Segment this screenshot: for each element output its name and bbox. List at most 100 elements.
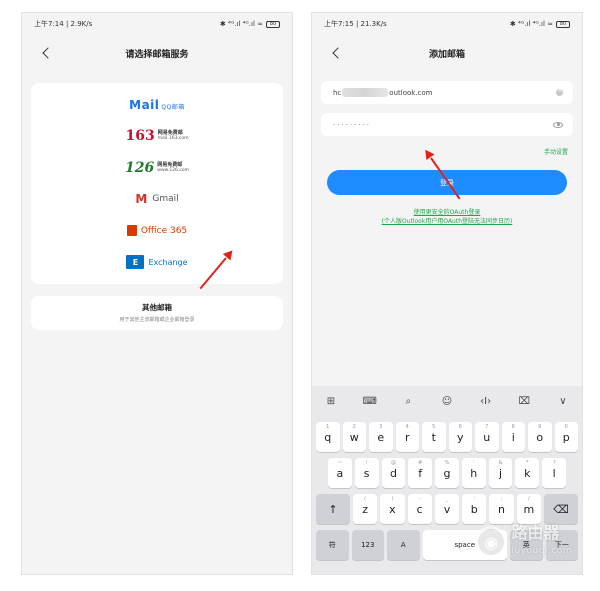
provider-office365[interactable]: Office 365 <box>31 215 283 247</box>
key-y[interactable]: 6y <box>448 422 472 452</box>
shift-key[interactable]: ↑ <box>316 494 350 524</box>
backspace-key[interactable]: ⌫ <box>543 494 578 524</box>
email-suffix: outlook.com <box>389 88 433 97</box>
language-key[interactable]: A <box>387 530 420 560</box>
key-b[interactable]: :b <box>462 494 487 524</box>
key-label: d <box>389 466 397 480</box>
key-h[interactable]: ' h <box>461 458 486 488</box>
key-i[interactable]: 8i <box>501 422 525 452</box>
key-p[interactable]: 0p <box>554 422 578 452</box>
keyboard-layout-icon[interactable]: ⌨ <box>362 394 376 408</box>
collapse-keyboard-icon[interactable]: ∨ <box>556 394 570 408</box>
key-n[interactable]: ; n <box>489 494 514 524</box>
password-masked: ········· <box>333 120 372 129</box>
provider-qq-mail[interactable]: iMailQQ邮箱 <box>31 89 283 121</box>
qq-mail-logo: iMailQQ邮箱 <box>129 97 185 112</box>
keyboard-toolbar: ⊞ ⌨ ⌕ ☺ ‹I› ⌧ ∨ <box>312 386 582 416</box>
key-label: c <box>416 502 423 516</box>
key-label: j <box>499 466 503 480</box>
show-password-eye-icon[interactable] <box>553 121 563 128</box>
grid-menu-icon[interactable]: ⊞ <box>324 394 338 408</box>
key-label: i <box>511 430 515 444</box>
key-label: t <box>431 430 436 444</box>
oauth-login-link[interactable]: 使用更安全的OAuth登录 <box>312 208 582 217</box>
number-key[interactable]: 123 <box>351 530 384 560</box>
key-g[interactable]: % g <box>435 458 459 488</box>
key-t[interactable]: 5t <box>422 422 446 452</box>
provider-list: iMailQQ邮箱 163 网易免费邮mail.163.com 126 网易免费… <box>31 83 283 284</box>
key-label: p <box>562 430 570 444</box>
key-r[interactable]: 4r <box>395 422 419 452</box>
key-e[interactable]: 3e <box>369 422 393 452</box>
key-label: l <box>552 466 556 480</box>
key-hint: ) <box>391 496 394 502</box>
signal-icon: ✱ ⁴ᴳ.ıl ⁴ᴳ.ıl ≈ <box>219 20 263 28</box>
manual-setup-link[interactable]: 手动设置 <box>312 147 568 156</box>
key-o[interactable]: 9o <box>528 422 552 452</box>
email-field[interactable]: hc outlook.com <box>321 81 573 104</box>
key-hint: ? <box>552 460 556 466</box>
key-w[interactable]: 2w <box>342 422 366 452</box>
clear-input-icon[interactable] <box>556 86 563 96</box>
key-hint: ; <box>500 496 503 502</box>
provider-126[interactable]: 126 网易免费邮 www.126.com <box>31 152 283 184</box>
office-icon <box>126 225 137 237</box>
email-prefix: hc <box>333 88 342 97</box>
key-f[interactable]: # f <box>408 458 433 488</box>
key-label: z <box>362 502 369 516</box>
key-q[interactable]: 1q <box>316 422 340 452</box>
password-field[interactable]: ········· <box>321 113 573 136</box>
search-icon[interactable]: ⌕ <box>401 394 415 408</box>
battery-icon: 80 <box>556 20 570 28</box>
key-hint: / <box>527 496 530 502</box>
other-mail-subtitle: 用于其他主流邮箱或企业邮箱登录 <box>119 317 195 323</box>
key-z[interactable]: (z <box>353 494 378 524</box>
emoji-icon[interactable]: ☺ <box>440 394 454 408</box>
key-v[interactable]: _ v <box>434 494 460 524</box>
key-hint: @ <box>390 460 396 466</box>
watermark-logo-icon: ◉ <box>475 526 508 558</box>
key-hint: ! <box>365 460 368 466</box>
key-label: x <box>389 502 396 516</box>
key-u[interactable]: 7u <box>475 422 499 452</box>
watermark-domain: luyouqi.com <box>511 546 572 556</box>
phone-screen-add-mail: 上午7:15 | 21.3K/s ✱ ⁴ᴳ.ıl ⁴ᴳ.ıl ≈ 80 添加邮箱… <box>311 12 583 575</box>
key-hint: 7 <box>485 424 489 430</box>
cursor-move-icon[interactable]: ‹I› <box>479 394 493 408</box>
back-arrow-icon[interactable] <box>40 45 54 61</box>
provider-163[interactable]: 163 网易免费邮 mail.163.com <box>31 121 283 153</box>
key-l[interactable]: ? l <box>542 458 567 488</box>
oauth-note-link[interactable]: (个人版Outlook用户用OAuth登陆无法同步日历) <box>312 217 582 226</box>
key-hint: ~ <box>337 460 342 466</box>
watermark-text: 路由器 <box>511 523 560 542</box>
key-label: g <box>443 466 451 480</box>
symbol-key[interactable]: 符 <box>316 530 349 560</box>
key-label: w <box>349 430 359 444</box>
key-label: q <box>324 430 332 444</box>
key-hint: : <box>473 496 476 502</box>
key-hint: _ <box>445 496 449 502</box>
signal-icon: ✱ ⁴ᴳ.ıl ⁴ᴳ.ıl ≈ <box>509 20 553 28</box>
other-mail-title: 其他邮箱 <box>142 303 172 312</box>
office-label: Office 365 <box>140 225 188 236</box>
provider-exchange[interactable]: E Exchange <box>31 247 283 279</box>
back-arrow-icon[interactable] <box>330 45 344 61</box>
key-d[interactable]: @ d <box>381 458 406 488</box>
key-m[interactable]: / m <box>516 494 541 524</box>
key-x[interactable]: ) x <box>380 494 405 524</box>
key-hint: 2 <box>352 424 356 430</box>
key-j[interactable]: & j <box>488 458 513 488</box>
site-watermark: ◉ 路由器 luyouqi.com <box>475 524 572 560</box>
key-label: v <box>443 502 451 516</box>
key-a[interactable]: ~ a <box>328 458 352 488</box>
key-k[interactable]: * k <box>515 458 540 488</box>
clipboard-icon[interactable]: ⌧ <box>517 394 531 408</box>
key-s[interactable]: ! s <box>354 458 379 488</box>
provider-gmail[interactable]: M Gmail <box>31 184 283 216</box>
key-c[interactable]: -c <box>407 494 432 524</box>
email-redacted-blur <box>342 88 389 97</box>
status-time: 上午7:15 | 21.3K/s <box>324 20 387 28</box>
key-hint: 3 <box>379 424 383 430</box>
other-mail-option[interactable]: 其他邮箱 用于其他主流邮箱或企业邮箱登录 <box>31 296 283 330</box>
keyboard-row-3: ↑ (z) x - c _ v: b; n / m ⌫ <box>312 494 582 524</box>
